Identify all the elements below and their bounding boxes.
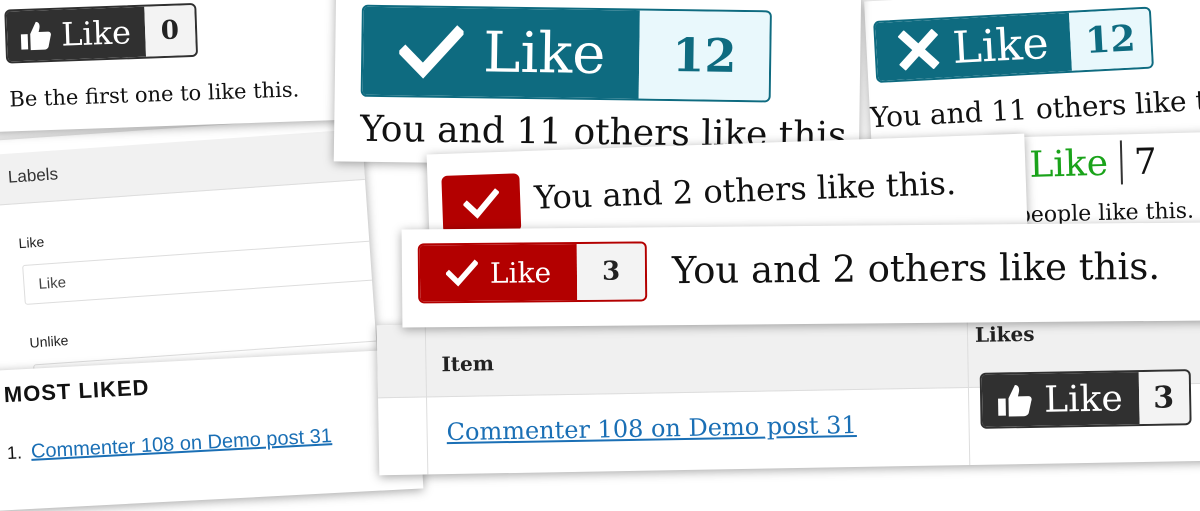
settings-header-title: Labels bbox=[7, 164, 59, 187]
column-header-likes: Likes bbox=[974, 321, 1035, 347]
like-count: 12 bbox=[1068, 8, 1152, 71]
like-field-label: Like bbox=[18, 233, 45, 252]
like-button-dark[interactable]: Like 0 bbox=[4, 2, 198, 64]
like-field-input[interactable]: Like bbox=[22, 239, 379, 305]
like-button-teal-x[interactable]: Like 12 bbox=[873, 6, 1154, 83]
like-count: 0 bbox=[144, 4, 196, 57]
like-caption: You and 2 others like this. bbox=[671, 244, 1161, 293]
settings-header: Labels bbox=[0, 129, 366, 207]
like-button-teal[interactable]: Like 12 bbox=[360, 4, 773, 103]
like-count: 3 bbox=[1138, 371, 1190, 425]
like-caption: You and 2 others like this. bbox=[533, 164, 957, 217]
like-count: 12 bbox=[638, 10, 771, 101]
card-dark-small: Like 0 Be the first one to like this. bbox=[0, 0, 343, 133]
thumbs-up-icon bbox=[19, 18, 54, 53]
like-label: Like bbox=[489, 255, 552, 290]
card-red-button: Like 3 You and 2 others like this. bbox=[401, 222, 1200, 328]
divider bbox=[1119, 140, 1123, 185]
like-button-green[interactable]: Like 7 bbox=[1029, 140, 1158, 187]
most-liked-title: MOST LIKED bbox=[3, 374, 151, 408]
like-caption: You and 11 others like this. bbox=[869, 81, 1200, 135]
like-button-red[interactable]: Like 3 bbox=[417, 241, 648, 304]
like-field-value: Like bbox=[37, 274, 67, 293]
like-count: 7 bbox=[1133, 141, 1158, 183]
table-row-item-link[interactable]: Commenter 108 on Demo post 31 bbox=[446, 411, 857, 446]
checkmark-icon bbox=[398, 24, 464, 79]
like-label: Like bbox=[482, 19, 606, 87]
most-liked-item-link[interactable]: Commenter 108 on Demo post 31 bbox=[30, 425, 332, 463]
unlike-field-label: Unlike bbox=[28, 332, 69, 351]
like-label: Like bbox=[951, 17, 1050, 74]
checkmark-icon bbox=[462, 188, 500, 219]
checkmark-icon bbox=[445, 259, 479, 287]
like-label: Like bbox=[60, 13, 132, 54]
like-count: 3 bbox=[576, 243, 646, 301]
like-label: Like bbox=[1028, 142, 1109, 186]
like-button-red-check[interactable] bbox=[441, 173, 522, 234]
most-liked-widget: MOST LIKED 1. Commenter 108 on Demo post… bbox=[0, 348, 424, 511]
like-label: Like bbox=[1043, 377, 1124, 421]
like-button-dark-table[interactable]: Like 3 bbox=[979, 369, 1192, 429]
column-header-item: Item bbox=[441, 351, 495, 377]
most-liked-list: 1. Commenter 108 on Demo post 31 bbox=[6, 425, 332, 465]
likes-table-card: Item Likes Commenter 108 on Demo post 31… bbox=[376, 310, 1200, 476]
x-icon bbox=[897, 28, 940, 71]
like-caption: Be the first one to like this. bbox=[9, 77, 300, 112]
thumbs-up-icon bbox=[996, 381, 1035, 420]
list-item-number: 1. bbox=[6, 442, 23, 464]
